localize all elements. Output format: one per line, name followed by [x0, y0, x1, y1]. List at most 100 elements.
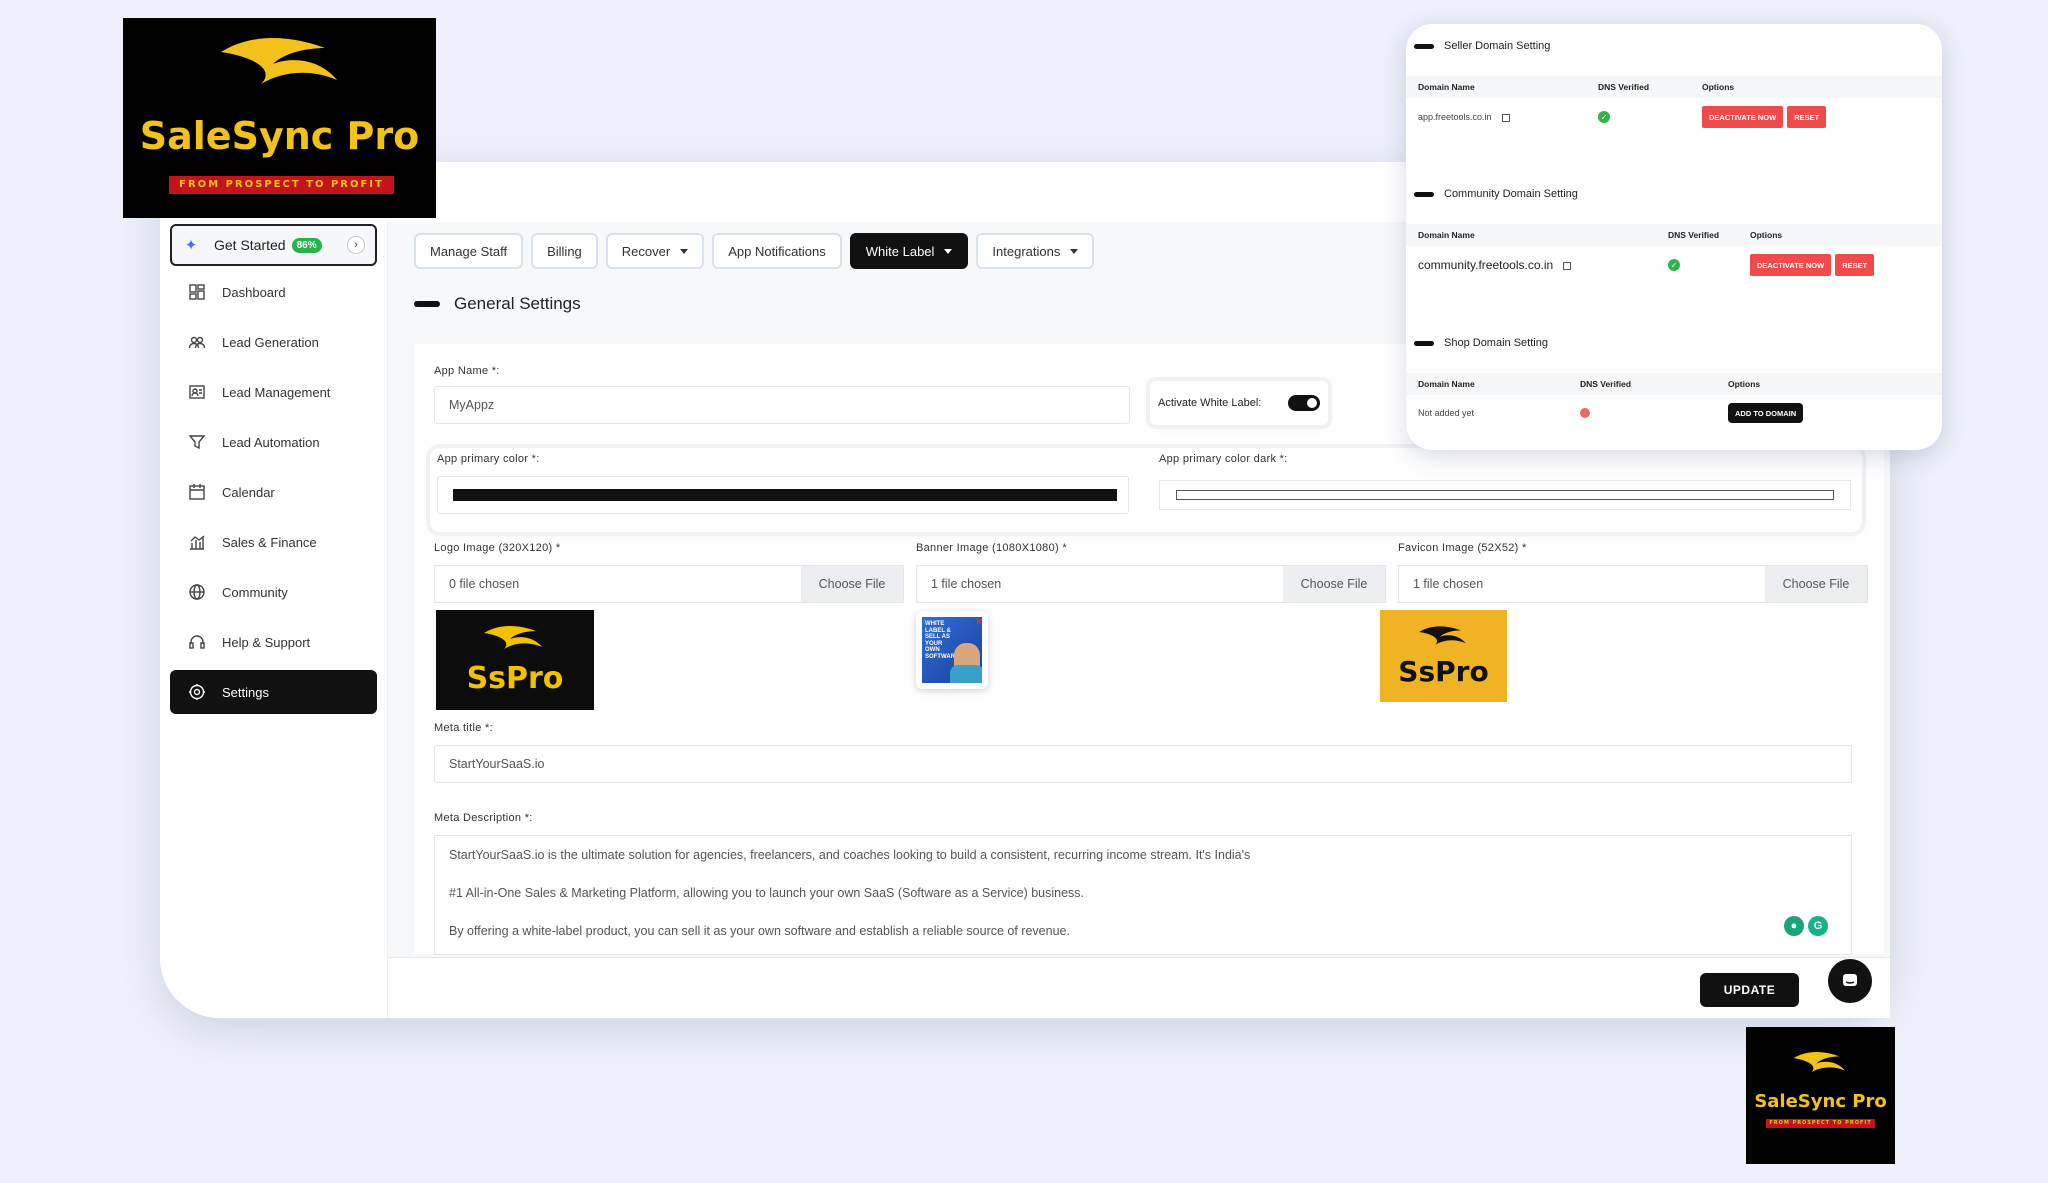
banner-image-text: WHITE LABEL & SELL AS YOUR OWN SOFTWARE [925, 621, 959, 660]
sidebar-item-calendar[interactable]: Calendar [170, 470, 377, 514]
sidebar-item-lead-automation[interactable]: Lead Automation [170, 420, 377, 464]
community-domain-title: Community Domain Setting [1414, 188, 1578, 200]
settings-tabs: Manage Staff Billing Recover App Notific… [414, 233, 1095, 269]
wave-logo-icon [484, 625, 542, 649]
tab-manage-staff[interactable]: Manage Staff [414, 233, 524, 269]
sidebar-item-label: Settings [222, 684, 269, 700]
sidebar-item-label: Calendar [222, 484, 275, 500]
shop-domain-row: Not added yet ADD TO DOMAIN [1406, 396, 1942, 430]
sidebar-item-lead-generation[interactable]: Lead Generation [170, 320, 377, 364]
sidebar-item-lead-management[interactable]: Lead Management [170, 370, 377, 414]
sidebar-item-label: Sales & Finance [222, 534, 317, 550]
wave-logo-icon [221, 38, 337, 84]
tab-white-label[interactable]: White Label [849, 233, 969, 269]
logo-choose-file-button[interactable]: Choose File [801, 566, 903, 602]
seller-domain-title: Seller Domain Setting [1414, 40, 1550, 52]
get-started-label: Get Started [214, 237, 286, 253]
banner-file-input[interactable]: 1 file chosen Choose File [916, 565, 1386, 603]
progress-badge: 86% [291, 237, 322, 253]
update-button[interactable]: UPDATE [1700, 973, 1799, 1007]
column-header: DNS Verified [1598, 82, 1650, 92]
meta-title-input[interactable]: StartYourSaaS.io [434, 745, 1852, 783]
favicon-file-input[interactable]: 1 file chosen Choose File [1398, 565, 1868, 603]
banner-thumbnail: WHITE LABEL & SELL AS YOUR OWN SOFTWARE … [916, 611, 988, 689]
column-header: Domain Name [1418, 379, 1475, 389]
community-options: DEACTIVATE NOW RESET [1750, 254, 1875, 276]
sidebar-item-help-support[interactable]: Help & Support [170, 620, 377, 664]
sidebar-item-label: Community [222, 584, 288, 600]
domain-name[interactable]: community.freetools.co.in [1418, 258, 1572, 272]
calendar-icon [186, 481, 208, 503]
dash-icon [1414, 43, 1434, 49]
tab-label: Recover [621, 243, 671, 259]
domain-text: app.freetools.co.in [1418, 112, 1492, 122]
grammarly-icon[interactable]: G [1808, 916, 1828, 936]
brand-name: SaleSync Pro [139, 114, 420, 158]
gear-icon [186, 681, 208, 703]
add-to-domain-button[interactable]: ADD TO DOMAIN [1728, 403, 1804, 423]
chat-button[interactable] [1828, 959, 1872, 1003]
reset-button[interactable]: RESET [1787, 106, 1827, 128]
tab-label: App Notifications [728, 243, 826, 259]
section-title: General Settings [414, 294, 581, 314]
tab-billing[interactable]: Billing [531, 233, 598, 269]
section-title-text: General Settings [454, 294, 581, 313]
domain-name[interactable]: app.freetools.co.in [1418, 112, 1510, 122]
tab-label: Manage Staff [430, 243, 508, 259]
external-link-icon[interactable] [1563, 261, 1572, 270]
section-title-text: Community Domain Setting [1444, 188, 1578, 200]
banner-choose-file-button[interactable]: Choose File [1283, 566, 1385, 602]
meta-description-textarea[interactable]: StartYourSaaS.io is the ultimate solutio… [434, 835, 1852, 955]
column-header: DNS Verified [1580, 379, 1632, 389]
lightbulb-icon[interactable]: ● [1784, 916, 1804, 936]
get-started-button[interactable]: ✦ Get Started 86% › [170, 224, 377, 266]
wave-logo-icon [1418, 625, 1466, 645]
caret-down-icon [680, 248, 689, 254]
close-icon[interactable]: × [976, 616, 982, 628]
column-header: Domain Name [1418, 82, 1475, 92]
favicon-choose-file-button[interactable]: Choose File [1765, 566, 1867, 602]
id-card-icon [186, 381, 208, 403]
dash-icon [414, 301, 440, 307]
sidebar-item-label: Lead Management [222, 384, 331, 400]
tab-label: Billing [547, 243, 582, 259]
verified-check-icon: ✓ [1668, 259, 1680, 271]
headset-icon [186, 631, 208, 653]
chevron-right-icon[interactable]: › [347, 236, 365, 254]
tab-recover[interactable]: Recover [605, 233, 705, 269]
favicon-file-text: 1 file chosen [1413, 577, 1484, 591]
chat-icon [1843, 974, 1857, 986]
tab-label: Integrations [992, 243, 1061, 259]
sidebar-item-community[interactable]: Community [170, 570, 377, 614]
logo-file-input[interactable]: 0 file chosen Choose File [434, 565, 904, 603]
deactivate-now-button[interactable]: DEACTIVATE NOW [1750, 254, 1832, 276]
primary-color-label: App primary color *: [437, 453, 540, 465]
dash-icon [1414, 340, 1434, 346]
wave-logo-icon [1793, 1051, 1845, 1073]
sidebar-item-label: Lead Automation [222, 434, 320, 450]
meta-description-line: #1 All-in-One Sales & Marketing Platform… [449, 886, 1085, 900]
sidebar-item-sales-finance[interactable]: Sales & Finance [170, 520, 377, 564]
brand-logo-large: SaleSync Pro FROM PROSPECT TO PROFIT [123, 18, 436, 218]
external-link-icon[interactable] [1501, 113, 1510, 122]
column-header: Options [1702, 82, 1735, 92]
tab-integrations[interactable]: Integrations [976, 233, 1095, 269]
deactivate-now-button[interactable]: DEACTIVATE NOW [1702, 106, 1784, 128]
reset-button[interactable]: RESET [1835, 254, 1875, 276]
logo-file-text: 0 file chosen [449, 577, 520, 591]
white-label-toggle[interactable] [1288, 395, 1320, 411]
brand-name: SaleSync Pro [1754, 1091, 1887, 1112]
app-name-input[interactable]: MyAppz [434, 386, 1130, 424]
favicon-image-label: Favicon Image (52X52) * [1398, 542, 1527, 554]
sidebar-item-settings[interactable]: Settings [170, 670, 377, 714]
caret-down-icon [944, 248, 953, 254]
sidebar-item-dashboard[interactable]: Dashboard [170, 270, 377, 314]
tab-app-notifications[interactable]: App Notifications [712, 233, 842, 269]
meta-title-label: Meta title *: [434, 722, 493, 734]
section-title-text: Shop Domain Setting [1444, 337, 1548, 349]
primary-color-swatch[interactable] [453, 489, 1117, 501]
primary-color-dark-field[interactable] [1159, 480, 1851, 510]
verified-check-icon: ✓ [1598, 111, 1610, 123]
section-title-text: Seller Domain Setting [1444, 40, 1551, 52]
seller-domain-row: app.freetools.co.in ✓ DEACTIVATE NOW RES… [1406, 100, 1942, 134]
